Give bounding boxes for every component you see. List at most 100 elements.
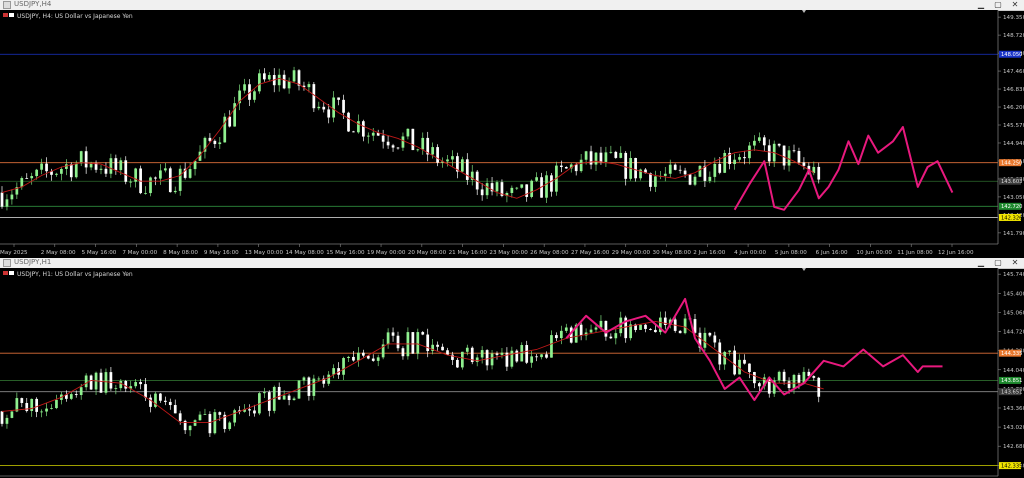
chart-window-h1[interactable]: USDJPY,H1 ▁ ▢ ✕ USDJPY, H1: US Dollar vs… xyxy=(0,258,1024,478)
candle xyxy=(767,145,771,162)
candle xyxy=(748,145,751,159)
candle xyxy=(510,187,514,193)
candle xyxy=(50,408,53,409)
candle xyxy=(40,163,43,170)
candle xyxy=(371,358,375,361)
flag-icon xyxy=(9,13,14,17)
price-axis-label: 145.400 xyxy=(1003,291,1024,297)
candle xyxy=(579,324,583,336)
time-axis-label: 13 May 00:00 xyxy=(245,250,284,256)
plot-area xyxy=(0,268,998,476)
window-title: USDJPY,H1 xyxy=(14,258,52,266)
candle xyxy=(104,168,108,174)
flag-icon xyxy=(3,13,8,17)
candle xyxy=(401,136,405,148)
candle xyxy=(168,401,172,406)
candle xyxy=(688,174,692,185)
candle xyxy=(757,137,761,141)
price-chart[interactable]: USDJPY, H1: US Dollar vs Japanese Yen 145… xyxy=(0,268,1024,478)
candle xyxy=(753,140,756,146)
candle xyxy=(342,99,345,113)
time-axis-label: 2 May 08:00 xyxy=(41,250,76,256)
candle xyxy=(20,398,24,403)
candle xyxy=(213,140,217,145)
candle xyxy=(589,151,593,165)
candle xyxy=(515,350,519,362)
price-axis-label: 143.360 xyxy=(1003,406,1024,412)
candle xyxy=(634,157,637,179)
candle xyxy=(713,163,717,177)
level-price-tag-label: 144.250 xyxy=(1001,160,1022,166)
price-chart[interactable]: USDJPY, H4: US Dollar vs Japanese Yen 149… xyxy=(0,10,1024,258)
candle xyxy=(287,395,291,401)
candle xyxy=(545,175,548,198)
candle xyxy=(347,356,350,359)
close-button[interactable]: ✕ xyxy=(1008,258,1022,268)
candle xyxy=(441,346,444,351)
minimize-button[interactable]: ▁ xyxy=(974,258,988,268)
candle xyxy=(426,334,430,352)
candle xyxy=(460,351,464,368)
candle xyxy=(104,372,108,393)
candle xyxy=(391,332,395,336)
level-price-tag-label: 142.326 xyxy=(1001,215,1022,221)
candle xyxy=(277,386,281,400)
candle xyxy=(594,327,598,330)
time-axis-label: 4 Jun 00:00 xyxy=(734,250,766,256)
time-axis-label: 15 May 16:00 xyxy=(326,250,365,256)
time-axis-label: 9 May 16:00 xyxy=(204,250,239,256)
candle xyxy=(228,422,232,429)
candle xyxy=(777,143,781,146)
candle xyxy=(149,177,152,194)
candle xyxy=(609,151,613,153)
candle xyxy=(129,181,133,183)
candle xyxy=(144,193,147,194)
candle xyxy=(30,176,34,179)
level-price-tag-label: 143.851 xyxy=(1001,378,1022,384)
candle xyxy=(203,414,207,415)
candle xyxy=(465,347,469,352)
candle xyxy=(337,97,340,100)
candle xyxy=(282,74,286,89)
candle xyxy=(411,332,415,354)
maximize-button[interactable]: ▢ xyxy=(991,258,1005,268)
price-axis-label: 141.790 xyxy=(1003,231,1024,237)
candle xyxy=(777,371,781,381)
candle xyxy=(436,147,439,163)
candle xyxy=(258,73,261,92)
close-button[interactable]: ✕ xyxy=(1008,0,1022,10)
chart-window-icon xyxy=(3,259,11,267)
time-axis-label: May 2025 xyxy=(0,250,28,256)
time-axis-label: 6 Jun 16:00 xyxy=(816,250,848,256)
candle xyxy=(683,318,687,334)
candle xyxy=(357,352,360,361)
candle xyxy=(515,187,519,189)
candle xyxy=(446,159,449,162)
time-axis-label: 8 May 08:00 xyxy=(163,250,198,256)
minimize-button[interactable]: ▁ xyxy=(974,0,988,10)
candle xyxy=(401,348,405,357)
candle xyxy=(327,374,331,384)
candle xyxy=(703,165,707,181)
candle xyxy=(208,414,212,434)
candle xyxy=(233,410,237,423)
candle xyxy=(673,164,677,170)
candle xyxy=(530,180,534,197)
candle xyxy=(718,163,722,173)
candle xyxy=(332,368,336,375)
candle xyxy=(678,169,682,171)
candle xyxy=(20,178,24,188)
candle xyxy=(757,383,761,387)
candle xyxy=(163,168,167,171)
maximize-button[interactable]: ▢ xyxy=(991,0,1005,10)
candle xyxy=(361,352,365,356)
chart-window-h4[interactable]: USDJPY,H4 ▁ ▢ ✕ USDJPY, H4: US Dollar vs… xyxy=(0,0,1024,258)
plot-area xyxy=(0,10,998,244)
candle xyxy=(253,91,256,100)
candle xyxy=(366,135,370,137)
candle xyxy=(213,412,217,434)
candle xyxy=(124,381,128,389)
candle xyxy=(282,395,286,400)
time-axis-label: 2 Jun 16:00 xyxy=(693,250,725,256)
candle xyxy=(267,75,271,80)
